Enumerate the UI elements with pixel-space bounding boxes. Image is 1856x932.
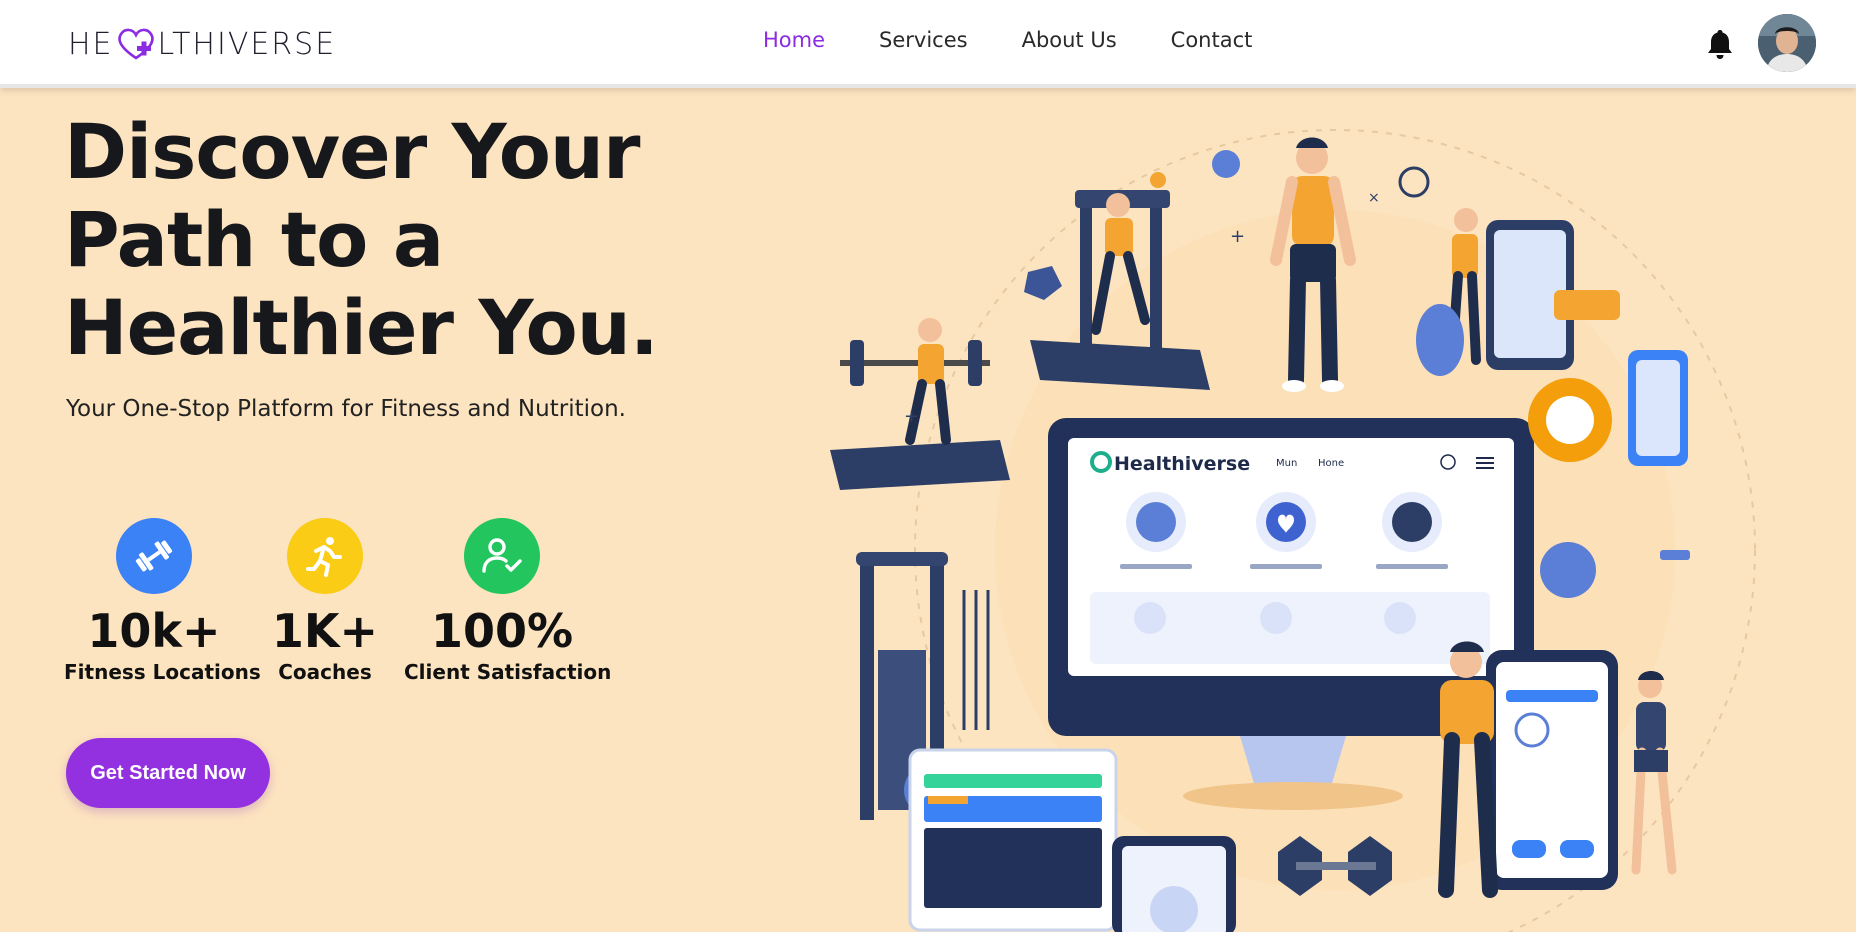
- weightlifter-figure: [830, 318, 1010, 490]
- logo[interactable]: HE LTHIVERSE: [68, 24, 336, 64]
- svg-text:×: ×: [1368, 190, 1380, 206]
- nav-link-about-us[interactable]: About Us: [1022, 28, 1117, 52]
- nav-link-home[interactable]: Home: [763, 28, 825, 52]
- bell-icon[interactable]: [1706, 28, 1734, 60]
- nav-link-services[interactable]: Services: [879, 28, 968, 52]
- svg-text:+: +: [904, 406, 919, 427]
- float-badge-1: [1212, 150, 1240, 178]
- heart-plus-icon: [117, 28, 154, 60]
- nav-link-contact[interactable]: Contact: [1171, 28, 1253, 52]
- logo-text-start: HE: [68, 26, 114, 62]
- stat-label: Client Satisfaction: [404, 660, 612, 684]
- avatar[interactable]: [1758, 14, 1816, 72]
- dumbbell-icon: [116, 518, 192, 594]
- float-dumbbell-icon: [1660, 550, 1690, 560]
- float-gear-icon: [1024, 266, 1062, 300]
- hero-title-line-3: Healthier You.: [64, 283, 659, 372]
- stat-label: Fitness Locations: [64, 660, 261, 684]
- stat-value: 100%: [430, 604, 574, 658]
- navbar: HE LTHIVERSE Home Services About Us Cont…: [0, 0, 1856, 88]
- hero-title: Discover Your Path to a Healthier You.: [64, 108, 714, 372]
- stat-fitness-locations: 10k+ Fitness Locations: [64, 518, 261, 684]
- stat-value: 10k+: [87, 604, 221, 658]
- user-check-icon: [464, 518, 540, 594]
- clock-float-icon: [1398, 166, 1430, 198]
- svg-text:+: +: [1230, 226, 1245, 247]
- runner-icon: [287, 518, 363, 594]
- hero-illustration: Healthiverse Mun Hone + + ×: [830, 129, 1756, 932]
- logo-text-end: LTHIVERSE: [157, 26, 337, 62]
- phone-small: [1112, 836, 1236, 932]
- stat-label: Coaches: [278, 660, 372, 684]
- hero-title-line-1: Discover Your: [64, 107, 641, 196]
- stat-coaches: 1K+ Coaches: [250, 518, 400, 684]
- user-photo-icon: [1758, 14, 1816, 72]
- float-device-2: [1540, 542, 1596, 598]
- laptop-dashboard: [908, 748, 1118, 932]
- stat-client-satisfaction: 100% Client Satisfaction: [404, 518, 612, 684]
- app-nav-item-2: Hone: [1318, 458, 1344, 469]
- main-nav: Home Services About Us Contact: [763, 28, 1252, 52]
- hero-subtitle: Your One-Stop Platform for Fitness and N…: [66, 396, 626, 422]
- stat-value: 1K+: [271, 604, 379, 658]
- app-brand-text: Healthiverse: [1114, 453, 1250, 475]
- hero-title-line-2: Path to a: [64, 195, 444, 284]
- get-started-button[interactable]: Get Started Now: [66, 738, 270, 808]
- app-nav-item-1: Mun: [1276, 458, 1297, 469]
